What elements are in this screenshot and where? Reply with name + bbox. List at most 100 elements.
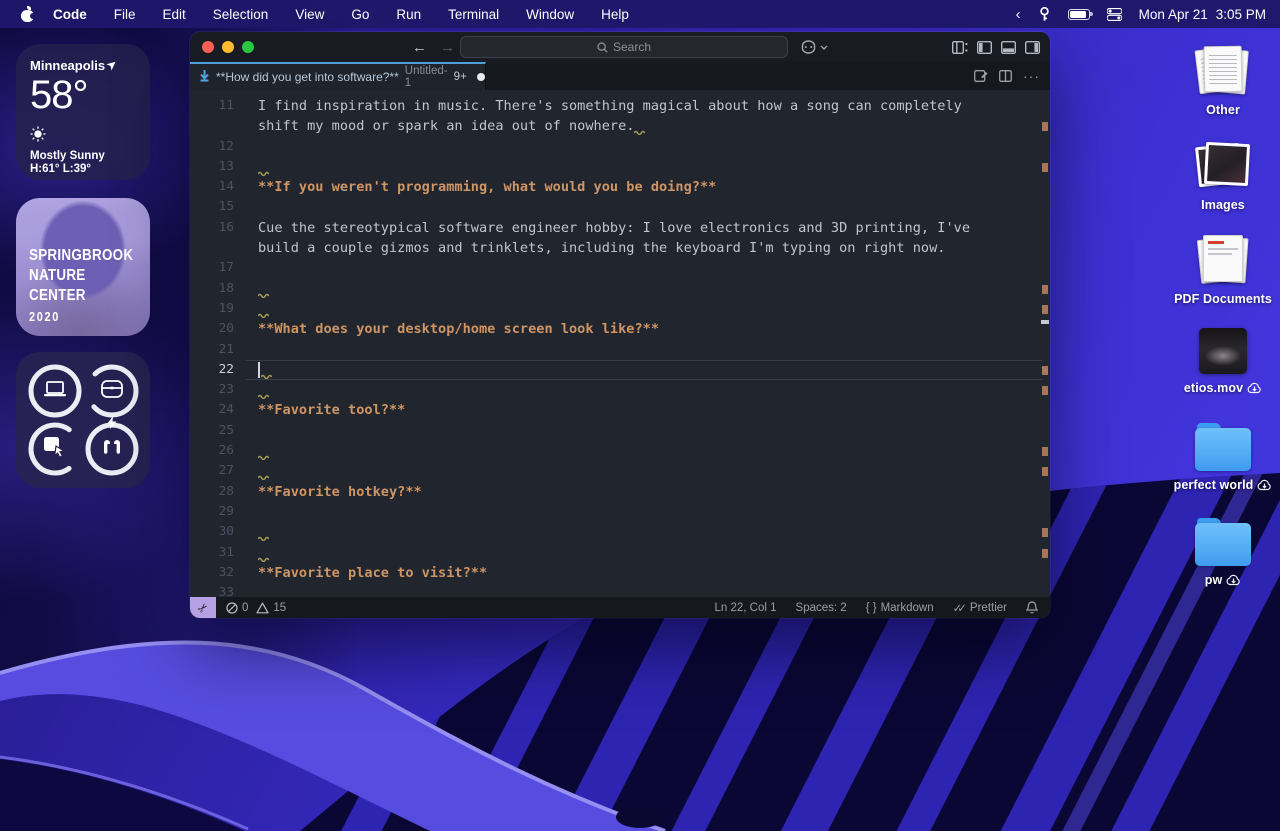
editor-line-wrap[interactable]: shift my mood or spark an idea out of no… — [190, 116, 1050, 136]
menu-item-selection[interactable]: Selection — [213, 7, 269, 22]
menu-item-window[interactable]: Window — [526, 7, 574, 22]
tab-description: Untitled-1 — [405, 65, 448, 89]
key-icon[interactable] — [1038, 7, 1051, 22]
more-actions-icon[interactable]: ··· — [1023, 68, 1040, 84]
control-center-icon[interactable] — [1107, 8, 1122, 21]
overview-ruler-warning-mark — [1042, 549, 1048, 558]
vscode-window: ← → Search **How did you get into softwa… — [190, 32, 1050, 618]
toggle-primary-sidebar-icon[interactable] — [977, 41, 992, 54]
editor-line-18[interactable]: 18 — [190, 279, 1050, 299]
menu-item-edit[interactable]: Edit — [163, 7, 186, 22]
editor-line-28[interactable]: 28**Favorite hotkey?** — [190, 482, 1050, 502]
menu-item-terminal[interactable]: Terminal — [448, 7, 499, 22]
editor-line-24[interactable]: 24**Favorite tool?** — [190, 400, 1050, 420]
laptop-icon — [43, 380, 67, 403]
macbook-battery-ring[interactable] — [26, 362, 83, 420]
indentation-status[interactable]: Spaces: 2 — [796, 602, 847, 614]
close-window-button[interactable] — [202, 41, 214, 53]
overview-ruler[interactable] — [1040, 90, 1050, 597]
editor-line-23[interactable]: 23 — [190, 380, 1050, 400]
minimize-window-button[interactable] — [222, 41, 234, 53]
formatter-label: Prettier — [970, 602, 1007, 614]
battery-icon[interactable] — [1068, 9, 1090, 20]
formatter-status[interactable]: ✓✓ Prettier — [953, 601, 1007, 615]
menu-item-code[interactable]: Code — [53, 7, 87, 22]
apple-menu-icon[interactable] — [20, 7, 35, 22]
language-mode-status[interactable]: { } Markdown — [866, 602, 934, 614]
tab-title: **How did you get into software?** — [216, 70, 399, 84]
search-input[interactable]: Search — [460, 36, 788, 58]
editor-line-15[interactable]: 15 — [190, 197, 1050, 217]
menu-item-go[interactable]: Go — [351, 7, 369, 22]
vscode-titlebar[interactable]: ← → Search — [190, 32, 1050, 62]
chevron-left-icon[interactable]: ‹ — [1016, 6, 1021, 23]
editor-line-31[interactable]: 31 — [190, 543, 1050, 563]
brackets-icon: { } — [866, 602, 877, 614]
desktop-icon-label: Images — [1201, 198, 1245, 212]
unsaved-dot[interactable] — [477, 73, 485, 81]
editor-line-29[interactable]: 29 — [190, 502, 1050, 522]
desktop-icon-perfect-world[interactable]: perfect world — [1163, 422, 1280, 492]
copilot-menu[interactable] — [800, 40, 828, 54]
editor-rows: 11I find inspiration in music. There's s… — [190, 96, 1050, 597]
navigate-back-icon[interactable]: ← — [412, 39, 427, 56]
editor-line-27[interactable]: 27 — [190, 461, 1050, 481]
navigate-forward-icon[interactable]: → — [440, 39, 455, 56]
photo-title-line1: SPRINGBROOK — [29, 246, 133, 266]
trackpad-battery-ring[interactable] — [26, 420, 83, 478]
desktop-icon-images[interactable]: Images — [1163, 139, 1280, 212]
menu-item-help[interactable]: Help — [601, 7, 629, 22]
airpods-case-battery-ring[interactable] — [83, 362, 140, 420]
batteries-widget[interactable] — [16, 352, 150, 488]
problems-status[interactable]: 0 15 — [226, 602, 286, 614]
editor-line-11[interactable]: 11I find inspiration in music. There's s… — [190, 96, 1050, 116]
cursor-position-status[interactable]: Ln 22, Col 1 — [715, 602, 777, 614]
customize-layout-icon[interactable] — [952, 41, 968, 54]
time-label: 3:05 PM — [1216, 7, 1266, 22]
editor-line-14[interactable]: 14**If you weren't programming, what wou… — [190, 177, 1050, 197]
menu-items: Code File Edit Selection View Go Run Terminal Wi… — [53, 7, 629, 22]
menu-bar-clock[interactable]: Mon Apr 21 3:05 PM — [1139, 7, 1266, 22]
editor[interactable]: 11I find inspiration in music. There's s… — [190, 90, 1050, 597]
editor-line-25[interactable]: 25 — [190, 421, 1050, 441]
editor-line-19[interactable]: 19 — [190, 299, 1050, 319]
desktop-icon-etios-mov[interactable]: etios.mov — [1163, 328, 1280, 395]
menu-item-view[interactable]: View — [295, 7, 324, 22]
editor-line-16[interactable]: 16Cue the stereotypical software enginee… — [190, 218, 1050, 238]
editor-line-33[interactable]: 33 — [190, 583, 1050, 597]
airpods-battery-ring[interactable] — [83, 420, 140, 478]
split-editor-icon[interactable] — [999, 70, 1012, 82]
weather-widget[interactable]: Minneapolis ➤ 58° Mostly Sunny H:61° L:3… — [16, 44, 150, 180]
menu-item-run[interactable]: Run — [396, 7, 421, 22]
menu-bar: Code File Edit Selection View Go Run Terminal Wi… — [0, 0, 1280, 28]
editor-line-30[interactable]: 30 — [190, 522, 1050, 542]
editor-line-17[interactable]: 17 — [190, 258, 1050, 278]
photos-icon — [1195, 139, 1251, 191]
notifications-bell-icon[interactable] — [1026, 601, 1038, 614]
open-changes-icon[interactable] — [974, 70, 988, 82]
remote-indicator[interactable]: ✂ — [190, 597, 216, 618]
editor-line-13[interactable]: 13 — [190, 157, 1050, 177]
toggle-panel-icon[interactable] — [1001, 41, 1016, 54]
editor-line-12[interactable]: 12 — [190, 137, 1050, 157]
tab-problems-badge: 9+ — [454, 71, 467, 83]
weather-city: Minneapolis — [30, 58, 105, 73]
zoom-window-button[interactable] — [242, 41, 254, 53]
language-label: Markdown — [881, 602, 934, 614]
desktop-icon-pw[interactable]: pw — [1163, 517, 1280, 587]
weather-temperature: 58° — [30, 73, 136, 118]
photo-widget[interactable]: SPRINGBROOK NATURE CENTER 2020 — [16, 198, 150, 336]
menu-item-file[interactable]: File — [114, 7, 136, 22]
icloud-download-icon — [1226, 574, 1241, 586]
desktop-icon-other[interactable]: Other — [1163, 44, 1280, 117]
editor-line-26[interactable]: 26 — [190, 441, 1050, 461]
desktop-icon-pdf-documents[interactable]: PDF Documents — [1163, 233, 1280, 306]
editor-line-22[interactable]: 22 — [190, 360, 1050, 380]
editor-line-21[interactable]: 21 — [190, 340, 1050, 360]
editor-line-32[interactable]: 32**Favorite place to visit?** — [190, 563, 1050, 583]
editor-line-20[interactable]: 20**What does your desktop/home screen l… — [190, 319, 1050, 339]
overview-ruler-warning-mark — [1042, 163, 1048, 172]
tab-untitled-1[interactable]: **How did you get into software?** Untit… — [190, 62, 486, 90]
toggle-secondary-sidebar-icon[interactable] — [1025, 41, 1040, 54]
editor-line-wrap[interactable]: build a couple gizmos and trinklets, inc… — [190, 238, 1050, 258]
